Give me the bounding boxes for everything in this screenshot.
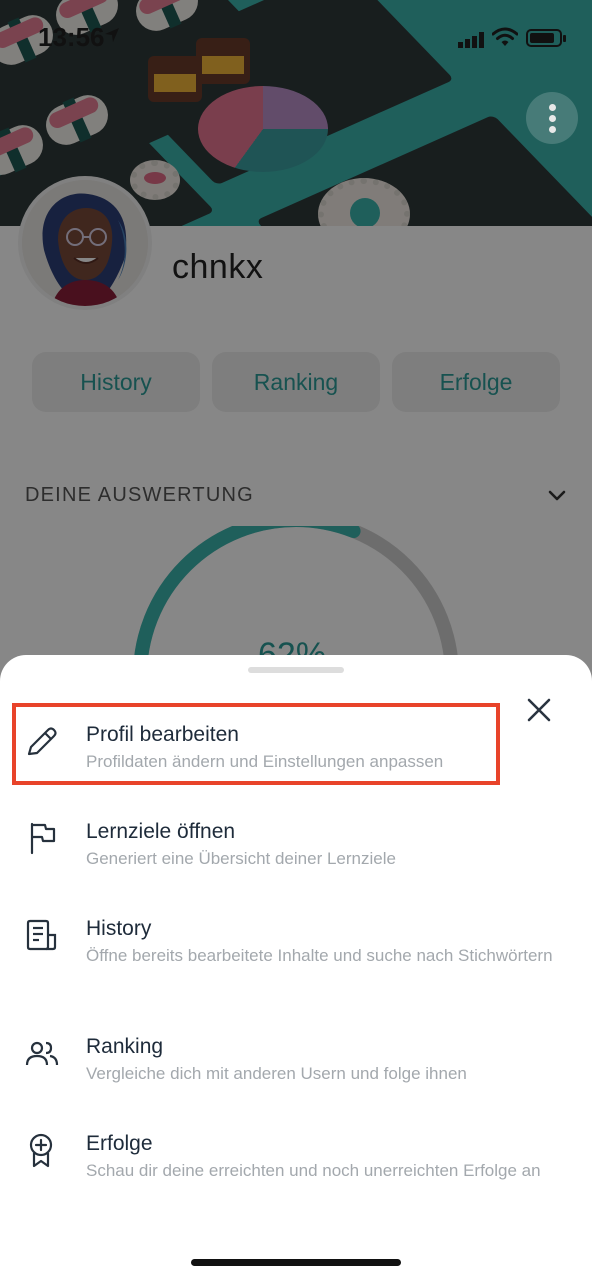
- status-bar: 13:56: [0, 0, 592, 70]
- menu-item-title: Erfolge: [86, 1132, 153, 1155]
- menu-item-title: Ranking: [86, 1035, 164, 1058]
- flag-icon: [30, 822, 56, 855]
- menu-item-subtitle: Generiert eine Übersicht deiner Lernziel…: [86, 849, 396, 868]
- menu-item-subtitle: Vergleiche dich mit anderen Usern und fo…: [86, 1064, 467, 1083]
- menu-item-title: History: [86, 917, 152, 940]
- home-indicator: [191, 1259, 401, 1266]
- menu-item-subtitle: Öffne bereits bearbeitete Inhalte und su…: [86, 946, 553, 965]
- bottom-sheet: Profil bearbeiten Profildaten ändern und…: [0, 655, 592, 1280]
- sheet-grabber[interactable]: [248, 667, 344, 673]
- menu-item-title: Lernziele öffnen: [86, 820, 236, 843]
- more-options-icon[interactable]: [526, 92, 578, 144]
- users-icon: [25, 1041, 59, 1066]
- history-list-icon: [26, 919, 57, 951]
- close-icon[interactable]: [524, 695, 554, 725]
- cellular-signal-icon: [458, 32, 484, 48]
- menu-item-history[interactable]: History Öffne bereits bearbeitete Inhalt…: [0, 917, 592, 1001]
- status-time: 13:56: [38, 22, 105, 52]
- battery-icon: [526, 29, 566, 47]
- wifi-icon: [492, 27, 518, 46]
- menu-item-lernziele-oeffnen[interactable]: Lernziele öffnen Generiert eine Übersich…: [0, 820, 592, 880]
- menu-item-erfolge[interactable]: Erfolge Schau dir deine erreichten und n…: [0, 1132, 592, 1192]
- award-icon: [29, 1133, 53, 1168]
- menu-item-ranking[interactable]: Ranking Vergleiche dich mit anderen User…: [0, 1035, 592, 1095]
- menu-item-subtitle: Schau dir deine erreichten und noch uner…: [86, 1161, 541, 1180]
- location-arrow-icon: [105, 28, 119, 42]
- highlight-box: [12, 703, 500, 785]
